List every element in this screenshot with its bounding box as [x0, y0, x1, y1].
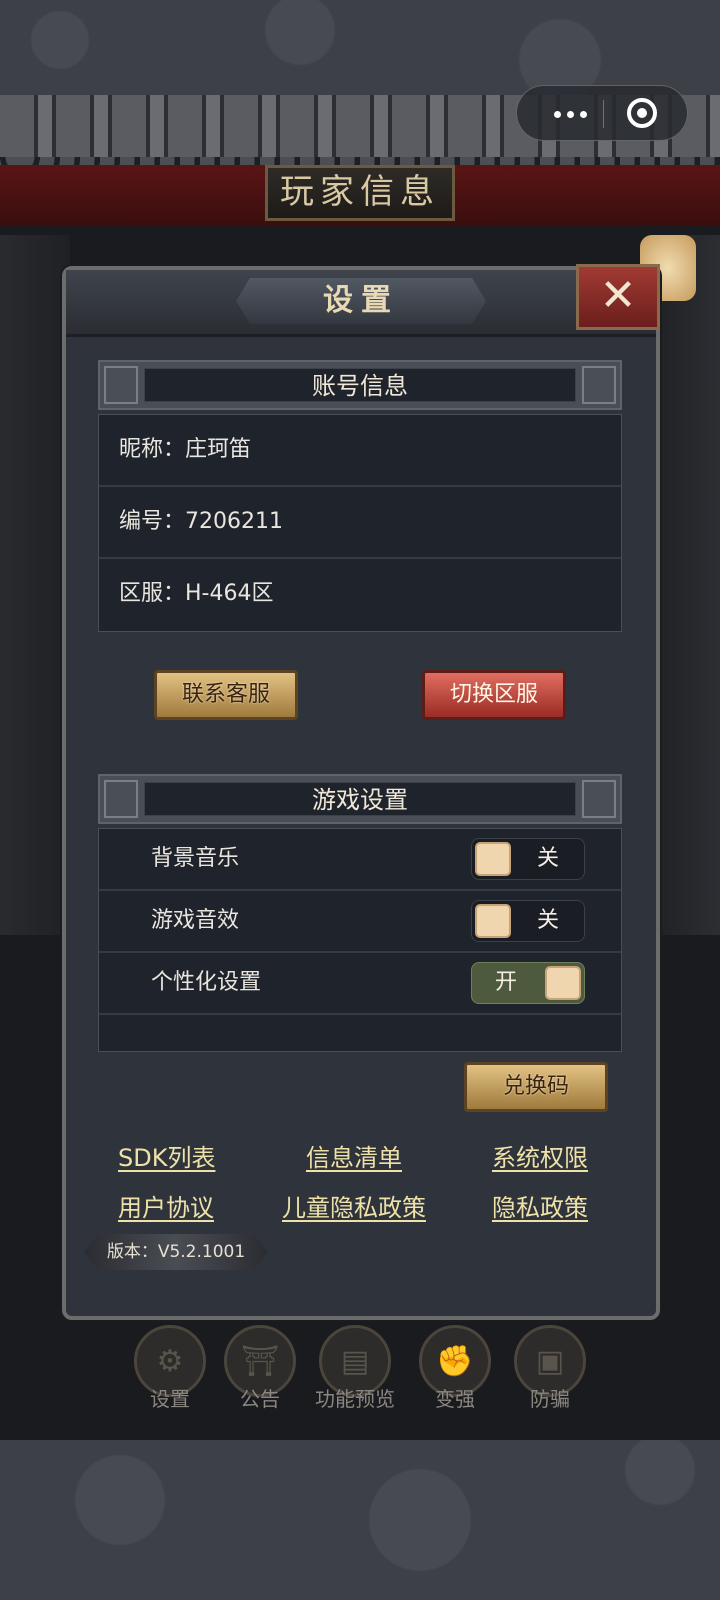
scene-left-panel: [0, 235, 70, 935]
personalization-label: 个性化设置: [151, 970, 262, 995]
sfx-toggle-state: 关: [536, 908, 559, 933]
nav-antifraud-label: 防骗: [530, 1387, 570, 1411]
sfx-toggle[interactable]: 关: [471, 900, 585, 942]
dialog-header: 设置: [66, 270, 656, 337]
system-permission-link[interactable]: 系统权限: [492, 1138, 588, 1173]
toggle-knob: [475, 842, 511, 876]
page-title: 玩家信息: [265, 165, 455, 221]
version-label: 版本：V5.2.1001: [84, 1234, 268, 1270]
target-icon[interactable]: [627, 98, 657, 128]
miniprogram-capsule: [516, 85, 688, 141]
bgm-toggle[interactable]: 关: [471, 838, 585, 880]
nav-antifraud[interactable]: ▣ 防骗: [510, 1325, 590, 1412]
bgm-label: 背景音乐: [151, 846, 240, 871]
sfx-label: 游戏音效: [151, 908, 240, 933]
nickname-row: 昵称：庄珂笛: [99, 415, 621, 487]
switch-server-button[interactable]: 切换区服: [422, 670, 566, 720]
scene-right-panel: [655, 235, 720, 935]
more-dots-icon[interactable]: [537, 86, 603, 142]
personalization-toggle-state: 开: [494, 970, 517, 995]
privacy-policy-link[interactable]: 隐私政策: [492, 1188, 588, 1223]
bottom-nav: ⚙ 设置 ⛩ 公告 ▤ 功能预览 ✊ 变强 ▣ 防骗: [0, 1325, 720, 1435]
sfx-row: 游戏音效 关: [99, 891, 621, 953]
game-settings-title: 游戏设置: [144, 782, 576, 816]
corner-ornament-icon: [582, 780, 616, 818]
nav-strength[interactable]: ✊ 变强: [415, 1325, 495, 1412]
contact-support-button[interactable]: 联系客服: [154, 670, 298, 720]
dialog-title: 设置: [236, 278, 486, 324]
close-icon[interactable]: ✕: [576, 264, 660, 330]
nav-preview[interactable]: ▤ 功能预览: [315, 1325, 395, 1412]
corner-ornament-icon: [104, 780, 138, 818]
nav-settings-label: 设置: [150, 1387, 190, 1411]
nav-strength-label: 变强: [435, 1387, 475, 1411]
settings-spacer-row: [99, 1015, 621, 1051]
account-info-box: 昵称：庄珂笛 编号：7206211 区服：H-464区: [98, 414, 622, 632]
game-settings-section-header: 游戏设置: [98, 774, 622, 824]
server-row: 区服：H-464区: [119, 581, 274, 606]
personalization-row: 个性化设置 开: [99, 953, 621, 1015]
corner-ornament-icon: [104, 366, 138, 404]
account-section-header: 账号信息: [98, 360, 622, 410]
capsule-divider: [603, 100, 604, 128]
redeem-code-button[interactable]: 兑换码: [464, 1062, 608, 1112]
corner-ornament-icon: [582, 366, 616, 404]
user-id-row: 编号：7206211: [99, 487, 621, 559]
nav-settings[interactable]: ⚙ 设置: [130, 1325, 210, 1412]
child-privacy-link[interactable]: 儿童隐私政策: [282, 1188, 426, 1223]
toggle-knob: [545, 966, 581, 1000]
settings-dialog: 设置 ✕ 账号信息 昵称：庄珂笛 编号：7206211 区服：H-464区 联系…: [62, 264, 660, 1320]
bgm-row: 背景音乐 关: [99, 829, 621, 891]
info-list-link[interactable]: 信息清单: [306, 1138, 402, 1173]
personalization-toggle[interactable]: 开: [471, 962, 585, 1004]
account-section-title: 账号信息: [144, 368, 576, 402]
user-agreement-link[interactable]: 用户协议: [118, 1188, 214, 1223]
toggle-knob: [475, 904, 511, 938]
nav-notice[interactable]: ⛩ 公告: [220, 1325, 300, 1412]
nav-notice-label: 公告: [240, 1387, 280, 1411]
bgm-toggle-state: 关: [536, 846, 559, 871]
sdk-list-link[interactable]: SDK列表: [118, 1138, 215, 1173]
nav-preview-label: 功能预览: [315, 1387, 395, 1411]
game-settings-box: 背景音乐 关 游戏音效 关 个性化设置 开: [98, 828, 622, 1052]
